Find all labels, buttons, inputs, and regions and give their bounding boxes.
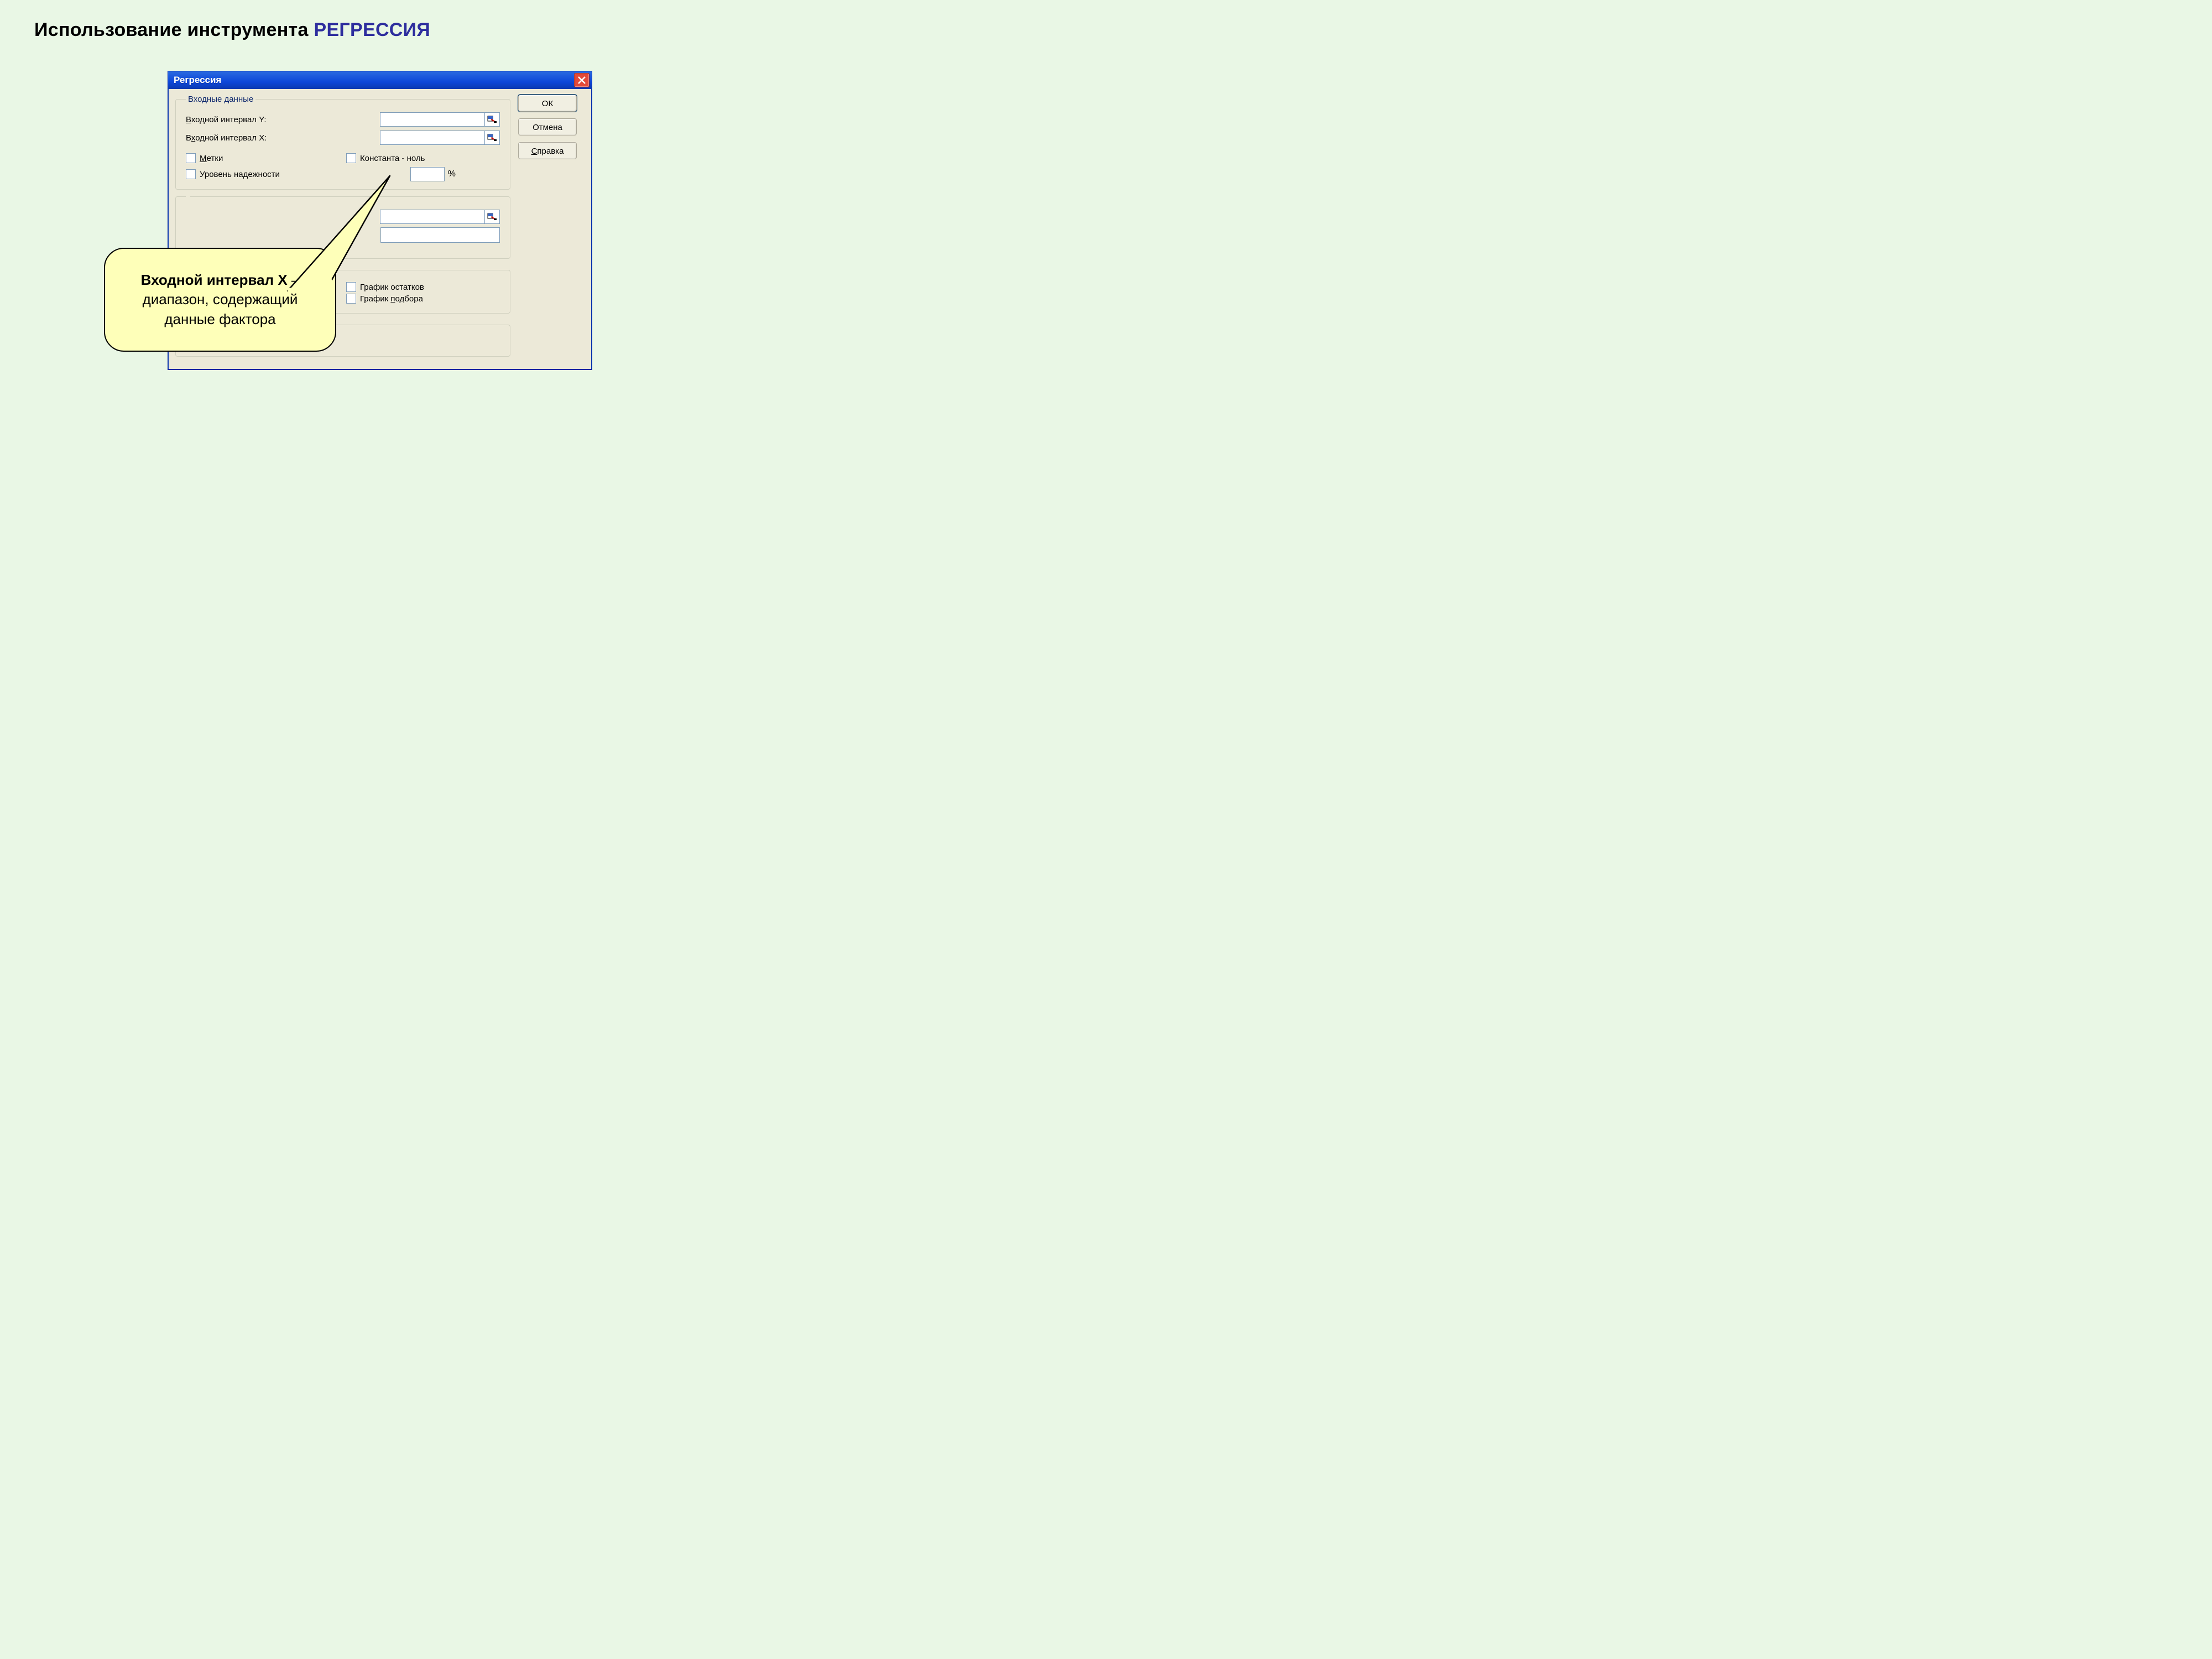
input-y-range-picker[interactable] [484, 112, 500, 127]
ok-button[interactable]: ОК [518, 95, 577, 112]
range-select-icon [487, 134, 497, 142]
checkbox-icon [186, 153, 196, 163]
checkbox-const-zero-text: Константа - ноль [360, 154, 425, 163]
input-y-range[interactable] [380, 112, 500, 127]
slide-title-emph: РЕГРЕССИЯ [314, 19, 430, 40]
callout-tail [271, 175, 398, 307]
callout-tooltip: Входной интервал Х – диапазон, содержащи… [104, 248, 336, 352]
help-button[interactable]: Справка [518, 142, 577, 159]
checkbox-const-zero[interactable]: Константа - ноль [346, 153, 500, 163]
input-x-field[interactable] [380, 131, 484, 145]
output-extra-field[interactable] [380, 227, 500, 243]
range-select-icon [487, 213, 497, 221]
input-x-range[interactable] [380, 131, 500, 145]
dialog-titlebar[interactable]: Регрессия [168, 71, 592, 89]
row-input-y: Входной интервал Y: [186, 111, 500, 128]
checkbox-icon [346, 153, 356, 163]
checkbox-labels[interactable]: Метки [186, 153, 340, 163]
pct-suffix: % [448, 169, 456, 179]
confidence-input[interactable] [410, 167, 445, 181]
slide-title: Использование инструмента РЕГРЕССИЯ [34, 19, 430, 41]
input-x-range-picker[interactable] [484, 131, 500, 145]
dialog-button-column: ОК Отмена Справка [510, 95, 585, 363]
checkbox-confidence-text: Уровень надежности [200, 170, 280, 179]
close-button[interactable] [574, 73, 589, 87]
row-input-x: Входной интервал X: [186, 129, 500, 146]
checkbox-icon [186, 169, 196, 179]
output-range-picker[interactable] [484, 210, 500, 224]
group-input-label: Входные данные [186, 95, 255, 104]
input-y-field[interactable] [380, 112, 484, 127]
dialog-title: Регрессия [174, 75, 574, 86]
cancel-button[interactable]: Отмена [518, 118, 577, 135]
label-input-y: Входной интервал Y: [186, 115, 302, 124]
callout-bold: Входной интервал Х [141, 272, 288, 288]
label-input-x: Входной интервал X: [186, 133, 302, 143]
checkbox-labels-text: Метки [200, 154, 223, 163]
close-icon [578, 76, 586, 84]
slide-title-prefix: Использование инструмента [34, 19, 314, 40]
range-select-icon [487, 116, 497, 123]
